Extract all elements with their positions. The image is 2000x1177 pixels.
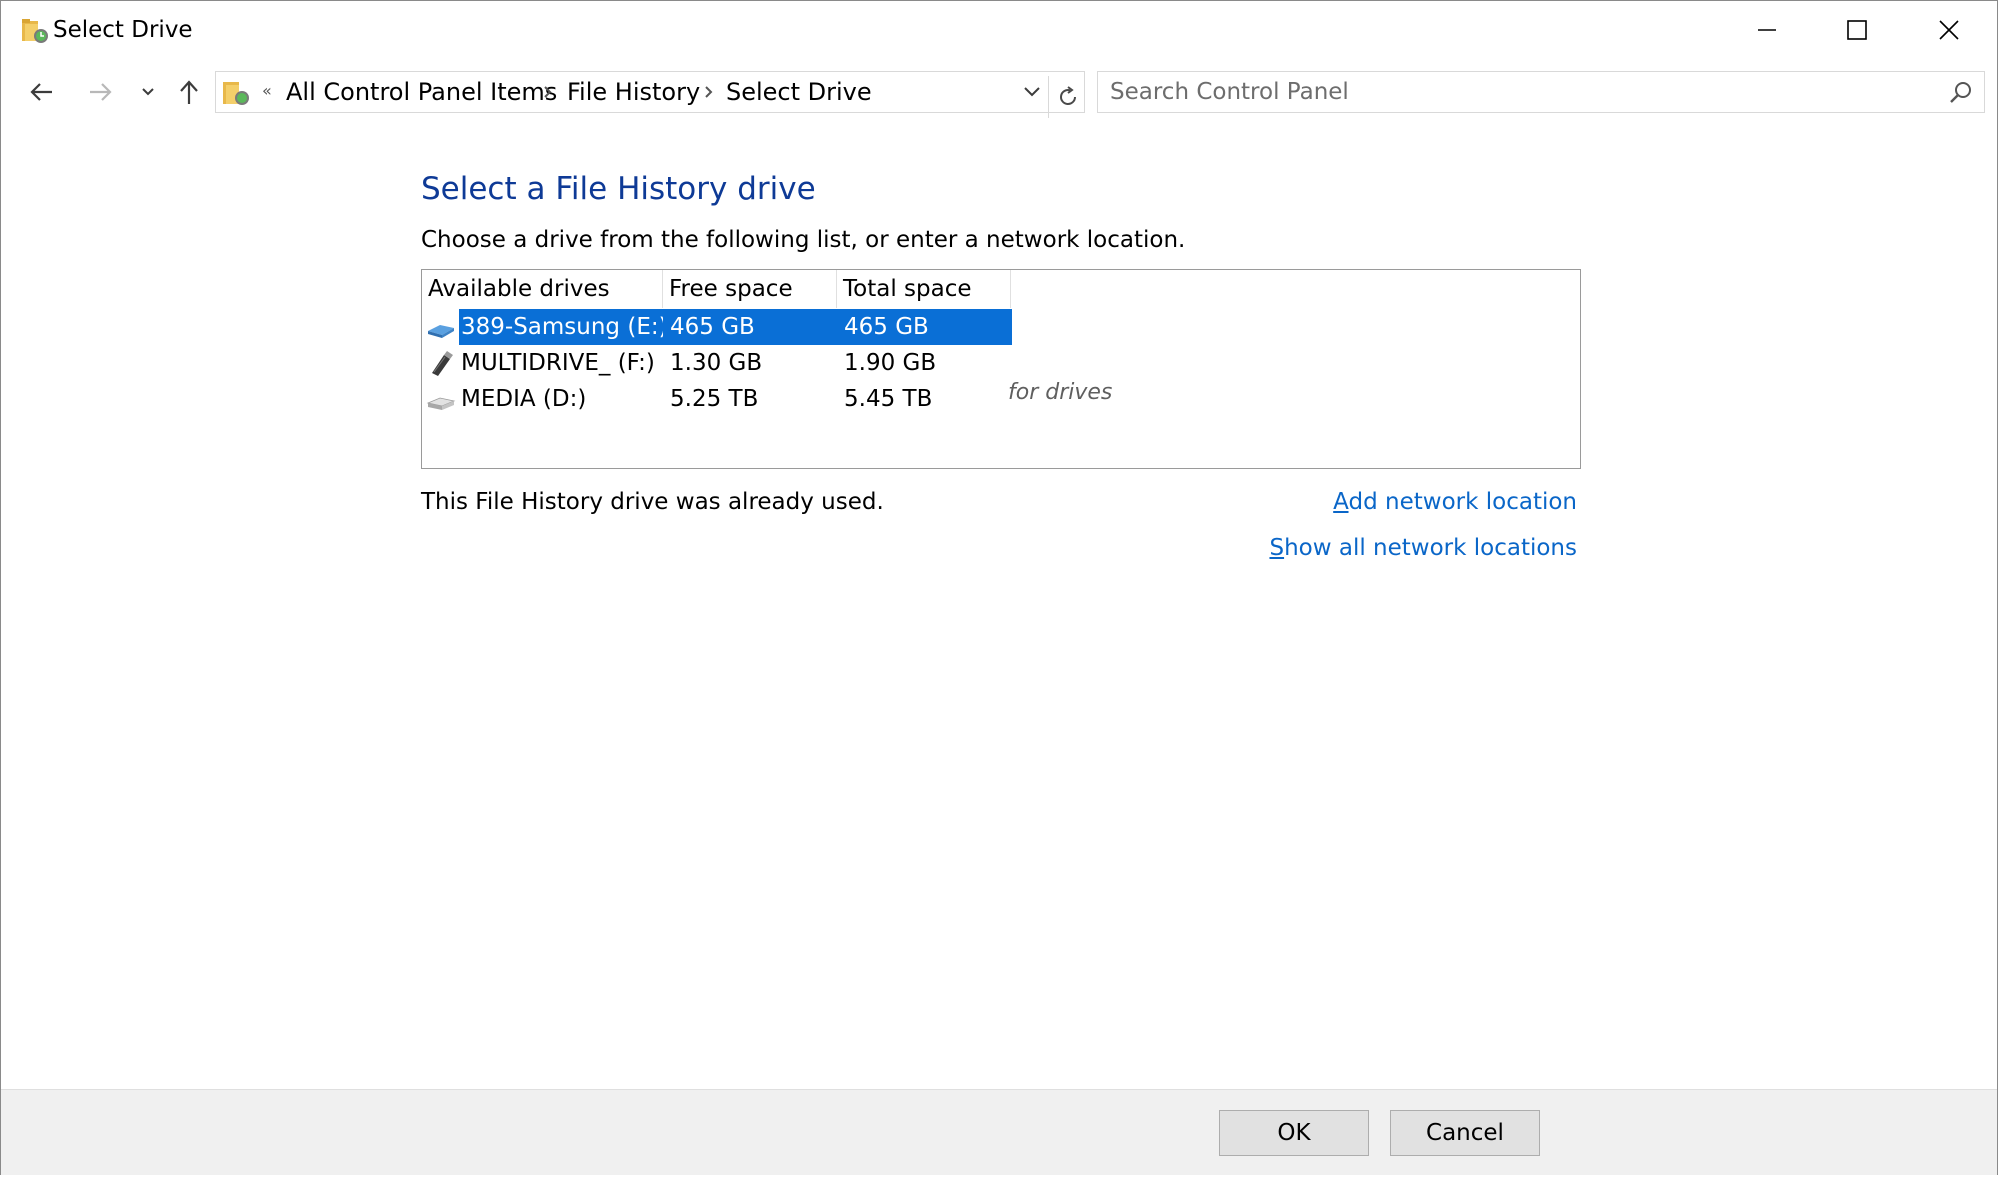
arrow-right-icon [90, 83, 112, 101]
refresh-icon [1059, 86, 1076, 105]
drive-row-d[interactable]: MEDIA (D:) 5.25 TB 5.45 TB [422, 381, 1012, 417]
drive-total-space: 465 GB [837, 309, 1012, 345]
drive-name: 389-Samsung (E:) [459, 309, 668, 345]
cancel-button[interactable]: Cancel [1390, 1110, 1540, 1156]
usb-drive-icon [432, 351, 453, 376]
control-panel-folder-icon [223, 82, 249, 105]
window-title: Select Drive [53, 17, 193, 43]
dialog-footer: OK Cancel [1, 1089, 1997, 1175]
column-header-available-drives[interactable]: Available drives [422, 270, 663, 308]
close-icon [1939, 20, 1959, 40]
column-header-total-space[interactable]: Total space [837, 270, 1011, 308]
chevron-down-icon [1024, 87, 1040, 97]
hard-drive-icon [426, 397, 456, 410]
arrow-left-icon [30, 83, 52, 101]
drive-total-space: 1.90 GB [844, 350, 937, 376]
page-title: Select a File History drive [421, 171, 816, 207]
minimize-icon [1758, 29, 1776, 31]
link-text: dd network location [1348, 489, 1577, 515]
access-key: A [1333, 489, 1349, 515]
breadcrumb-all-control-panel-items[interactable]: All Control Panel Items [286, 76, 557, 108]
breadcrumb-select-drive[interactable]: Select Drive [726, 76, 872, 108]
drive-total-space: 5.45 TB [844, 386, 933, 412]
select-drive-window: Select Drive « All Control Panel Items F… [0, 0, 1998, 1175]
chevron-right-icon[interactable] [540, 80, 556, 104]
access-key: S [1269, 535, 1285, 561]
drive-name: MEDIA (D:) [461, 386, 587, 412]
address-dropdown-button[interactable] [1014, 76, 1050, 108]
search-input[interactable] [1110, 72, 1930, 112]
add-network-location-link[interactable]: Add network location [1333, 485, 1577, 519]
minimize-button[interactable] [1721, 1, 1813, 59]
drive-free-space: 465 GB [663, 309, 837, 345]
arrow-up-icon [180, 80, 198, 104]
breadcrumb-overflow[interactable]: « [262, 76, 272, 106]
drive-name: MULTIDRIVE_ (F:) [461, 350, 655, 376]
status-text: This File History drive was already used… [421, 489, 884, 515]
drive-row-e[interactable]: 389-Samsung (E:) 465 GB 465 GB [422, 309, 1012, 345]
show-all-network-locations-link[interactable]: Show all network locations [1269, 531, 1577, 565]
address-bar[interactable]: « All Control Panel Items File History S… [215, 71, 1085, 118]
forward-button[interactable] [79, 67, 121, 117]
recent-locations-button[interactable] [131, 67, 165, 117]
close-button[interactable] [1903, 1, 1995, 59]
external-drive-icon [428, 325, 454, 338]
column-header-free-space[interactable]: Free space [663, 270, 837, 308]
ok-button[interactable]: OK [1219, 1110, 1369, 1156]
up-button[interactable] [169, 67, 209, 117]
title-bar: Select Drive [1, 1, 1997, 59]
refresh-button[interactable] [1048, 76, 1086, 118]
chevron-right-icon[interactable] [701, 80, 717, 104]
file-history-icon [22, 19, 48, 43]
instruction-text: Choose a drive from the following list, … [421, 227, 1186, 253]
back-button[interactable] [21, 67, 63, 117]
navigation-bar: « All Control Panel Items File History S… [1, 67, 1997, 118]
drive-list-hint: for drives [1008, 380, 1113, 405]
chevron-down-icon [142, 88, 154, 96]
maximize-button[interactable] [1811, 1, 1903, 59]
search-icon[interactable] [1948, 80, 1974, 106]
drive-row-f[interactable]: MULTIDRIVE_ (F:) 1.30 GB 1.90 GB [422, 345, 1012, 381]
search-box[interactable] [1097, 71, 1985, 113]
drive-list[interactable]: Available drives Free space Total space … [421, 269, 1581, 469]
maximize-icon [1847, 20, 1867, 40]
drive-free-space: 1.30 GB [670, 350, 763, 376]
breadcrumb-file-history[interactable]: File History [567, 76, 700, 108]
link-text: how all network locations [1284, 535, 1577, 561]
drive-free-space: 5.25 TB [670, 386, 759, 412]
